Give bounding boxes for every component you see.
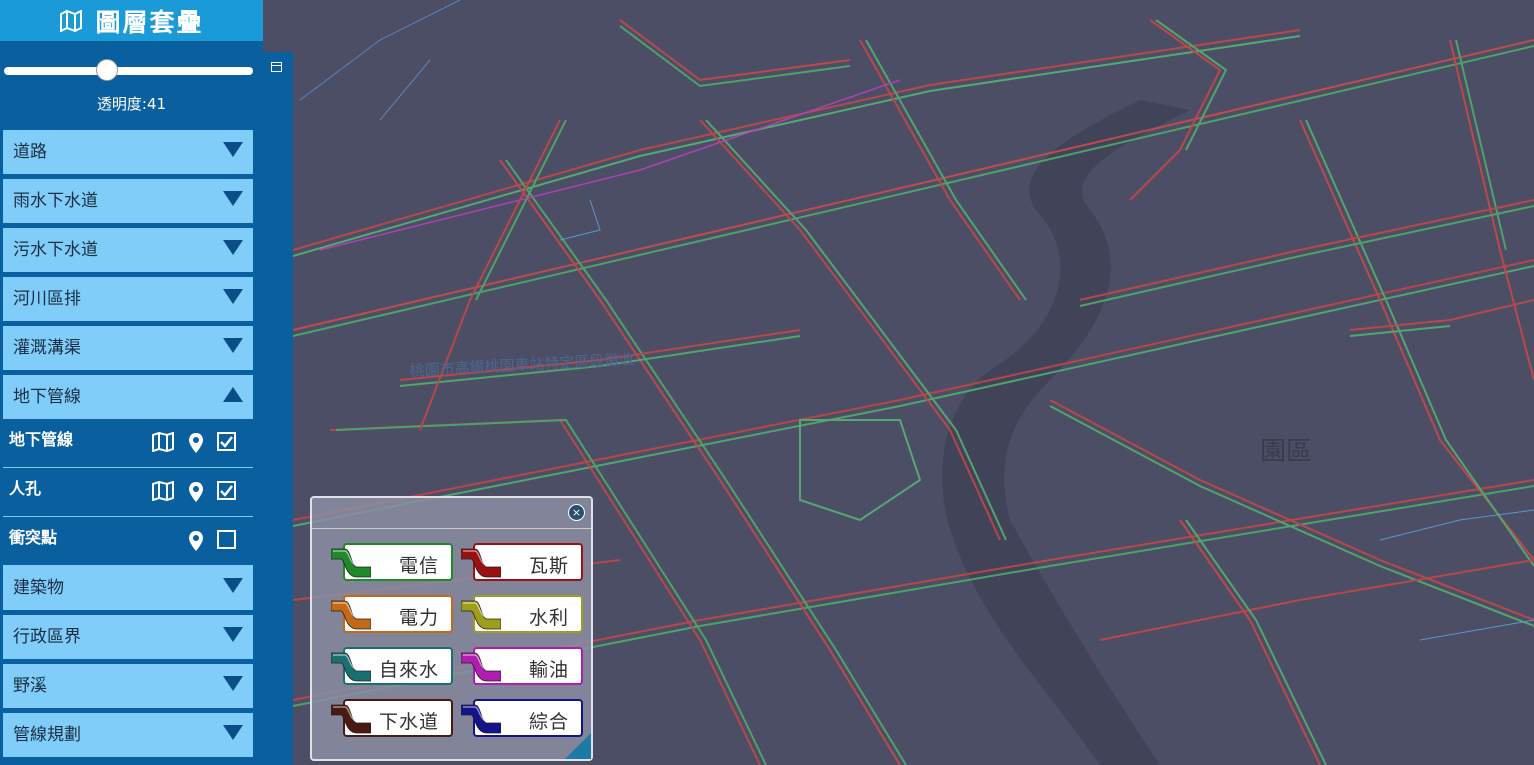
layer-admin[interactable]: 行政區界 — [3, 615, 253, 659]
layer-buildings[interactable]: 建築物 — [3, 566, 253, 610]
layer-irrigation[interactable]: 灌溉溝渠 — [3, 326, 253, 370]
chevron-up-icon[interactable] — [223, 387, 243, 402]
sublayer-conflict: 衝突點 — [3, 518, 253, 566]
resize-handle[interactable] — [565, 733, 591, 759]
legend-item-label: 瓦斯 — [528, 555, 569, 577]
pipeline-legend: × 電信 瓦斯電力 水利自來水 輸油下水道 綜合 — [310, 496, 593, 761]
layer-label: 污水下水道 — [13, 240, 98, 260]
check-icon — [220, 485, 233, 497]
sublayer-label: 人孔 — [9, 479, 42, 498]
chevron-down-icon[interactable] — [223, 142, 243, 157]
layer-label: 雨水下水道 — [13, 191, 98, 211]
layer-label: 河川區排 — [13, 289, 81, 309]
check-icon — [220, 436, 233, 448]
legend-item-label: 水利 — [528, 607, 569, 629]
legend-header — [312, 498, 591, 529]
layer-label: 建築物 — [13, 578, 64, 598]
chevron-down-icon[interactable] — [223, 578, 243, 593]
chevron-down-icon[interactable] — [223, 240, 243, 255]
chevron-down-icon[interactable] — [223, 725, 243, 740]
panel-title: 圖層套疊 — [95, 7, 204, 37]
legend-item-label: 下水道 — [378, 711, 439, 733]
sublayer-checkbox[interactable] — [217, 481, 236, 500]
pipe-swatch-icon — [461, 652, 501, 682]
close-icon[interactable]: × — [568, 504, 585, 521]
map-icon[interactable] — [151, 432, 175, 452]
layer-label: 道路 — [13, 142, 47, 162]
chevron-down-icon[interactable] — [223, 191, 243, 206]
slider-knob[interactable] — [96, 59, 118, 81]
chevron-down-icon[interactable] — [223, 338, 243, 353]
map-icon[interactable] — [151, 481, 175, 501]
sublayer-manhole: 人孔 — [3, 469, 253, 517]
opacity-slider[interactable] — [0, 41, 263, 93]
chevron-down-icon[interactable] — [223, 676, 243, 691]
pipe-swatch-icon — [331, 704, 371, 734]
location-pin-icon[interactable] — [188, 432, 204, 454]
sublayer-underground: 地下管線 — [3, 420, 253, 468]
layer-label: 地下管線 — [13, 387, 81, 407]
legend-item: 瓦斯 — [461, 543, 583, 581]
pipe-swatch-icon — [461, 548, 501, 578]
layer-pipeline-plan[interactable]: 管線規劃 — [3, 713, 253, 757]
legend-item-label: 輸油 — [528, 659, 569, 681]
legend-item: 電力 — [331, 595, 453, 633]
legend-item: 電信 — [331, 543, 453, 581]
chevron-down-icon[interactable] — [223, 289, 243, 304]
layer-label: 行政區界 — [13, 627, 81, 647]
slider-track[interactable] — [4, 67, 253, 75]
layer-label: 野溪 — [13, 676, 47, 696]
opacity-label: 透明度:41 — [96, 95, 167, 113]
pipe-swatch-icon — [331, 600, 371, 630]
legend-item-label: 綜合 — [528, 711, 569, 733]
layer-roads[interactable]: 道路 — [3, 130, 253, 174]
legend-item: 水利 — [461, 595, 583, 633]
sublayer-label: 地下管線 — [9, 430, 74, 449]
layer-river[interactable]: 河川區排 — [3, 277, 253, 321]
panel-collapse-strip[interactable] — [263, 52, 293, 765]
sublayer-checkbox[interactable] — [217, 432, 236, 451]
layer-underground[interactable]: 地下管線 — [3, 375, 253, 419]
sublayer-checkbox[interactable] — [217, 530, 236, 549]
legend-item-label: 電力 — [398, 607, 439, 629]
legend-item: 下水道 — [331, 699, 453, 737]
legend-item: 綜合 — [461, 699, 583, 737]
legend-item: 輸油 — [461, 647, 583, 685]
chevron-down-icon[interactable] — [223, 627, 243, 642]
pipe-swatch-icon — [461, 600, 501, 630]
panel-header: 圖層套疊 — [0, 0, 263, 41]
legend-item: 自來水 — [331, 647, 453, 685]
location-pin-icon[interactable] — [188, 530, 204, 552]
pipe-swatch-icon — [331, 652, 371, 682]
legend-item-label: 電信 — [398, 555, 439, 577]
pipe-swatch-icon — [331, 548, 371, 578]
layer-label: 管線規劃 — [13, 725, 81, 745]
layer-label: 灌溉溝渠 — [13, 338, 81, 358]
pipe-swatch-icon — [461, 704, 501, 734]
location-pin-icon[interactable] — [188, 481, 204, 503]
layer-sewer[interactable]: 污水下水道 — [3, 228, 253, 272]
sublayer-label: 衝突點 — [9, 528, 58, 547]
legend-item-label: 自來水 — [378, 659, 439, 681]
layer-panel: 圖層套疊 透明度:41 道路 雨水下水道 污水下水道 河川區排 灌溉溝渠 地下管… — [0, 0, 263, 765]
layer-streams[interactable]: 野溪 — [3, 664, 253, 708]
map-label-district: 園區 — [1260, 437, 1312, 467]
panel-toggle-icon[interactable] — [271, 62, 282, 72]
layer-stormwater[interactable]: 雨水下水道 — [3, 179, 253, 223]
map-icon — [60, 9, 83, 32]
